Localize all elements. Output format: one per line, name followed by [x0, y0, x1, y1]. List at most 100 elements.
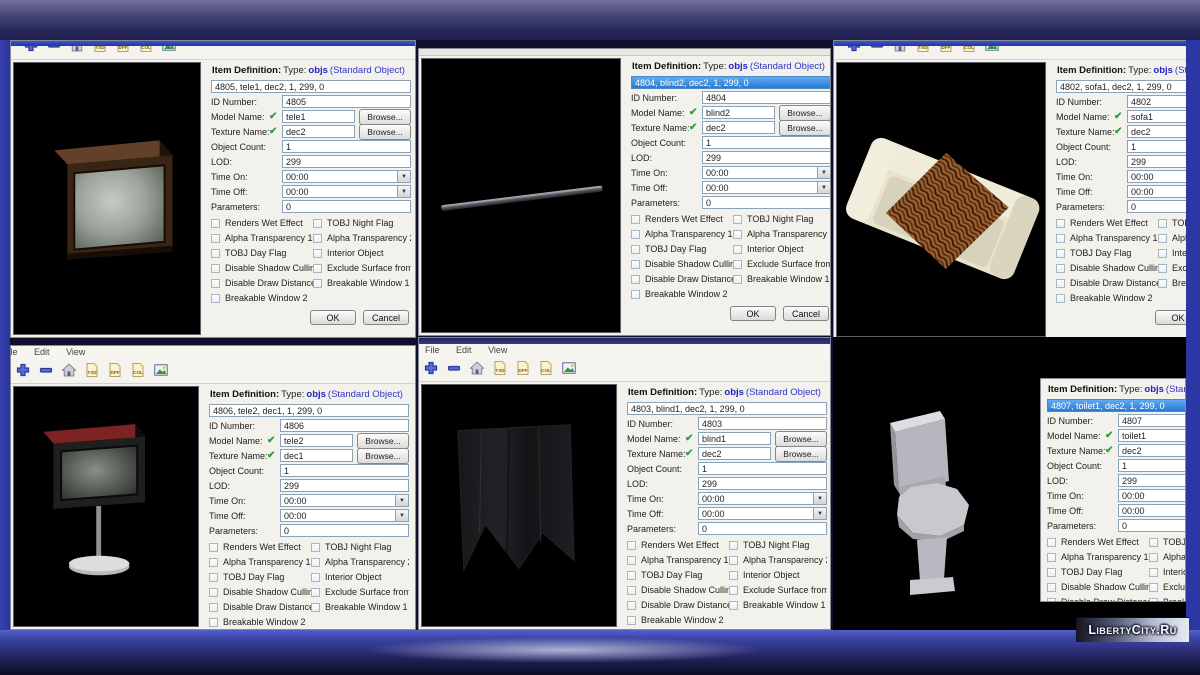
checkbox[interactable] [627, 616, 636, 625]
menu-file[interactable]: File [10, 347, 18, 357]
texture-name-field[interactable]: dec2 [1118, 444, 1186, 457]
home-icon[interactable] [469, 360, 485, 376]
chevron-down-icon[interactable]: ▼ [395, 509, 409, 522]
checkbox[interactable] [211, 219, 220, 228]
object-count-field[interactable]: 1 [280, 464, 409, 477]
checkbox[interactable] [733, 245, 742, 254]
checkbox[interactable] [627, 601, 636, 610]
lod-field[interactable]: 299 [1127, 155, 1189, 168]
checkbox[interactable] [1056, 264, 1065, 273]
time-off-field[interactable]: 00:00 [698, 507, 813, 520]
browse-model-button[interactable]: Browse... [775, 431, 827, 447]
checkbox[interactable] [1149, 568, 1158, 577]
checkbox[interactable] [631, 245, 640, 254]
add-icon[interactable] [423, 360, 439, 376]
checkbox[interactable] [1158, 234, 1167, 243]
definition-string-field[interactable]: 4805, tele1, dec2, 1, 299, 0 [211, 80, 411, 93]
id-number-field[interactable]: 4805 [282, 95, 411, 108]
col-file-icon[interactable]: COL [961, 46, 977, 53]
parameters-field[interactable]: 0 [1127, 200, 1189, 213]
checkbox[interactable] [1149, 553, 1158, 562]
lod-field[interactable]: 299 [282, 155, 411, 168]
definition-string-field[interactable]: 4803, blind1, dec2, 1, 299, 0 [627, 402, 827, 415]
checkbox[interactable] [311, 543, 320, 552]
id-number-field[interactable]: 4807 [1118, 414, 1186, 427]
checkbox[interactable] [313, 249, 322, 258]
ok-button[interactable]: OK [730, 306, 776, 321]
checkbox[interactable] [211, 234, 220, 243]
checkbox[interactable] [209, 558, 218, 567]
checkbox[interactable] [1047, 583, 1056, 592]
model-name-field[interactable]: blind2 [702, 106, 775, 119]
lod-field[interactable]: 299 [280, 479, 409, 492]
time-on-field[interactable]: 00:00 [280, 494, 395, 507]
home-icon[interactable] [69, 46, 85, 53]
blind1-model-viewport[interactable] [421, 384, 617, 627]
time-off-field[interactable]: 00:00 [280, 509, 395, 522]
checkbox[interactable] [313, 264, 322, 273]
checkbox[interactable] [733, 215, 742, 224]
time-on-field[interactable]: 00:00 [702, 166, 817, 179]
chevron-down-icon[interactable]: ▼ [817, 181, 831, 194]
chevron-down-icon[interactable]: ▼ [813, 507, 827, 520]
cancel-button[interactable]: Cancel [783, 306, 829, 321]
checkbox[interactable] [1056, 249, 1065, 258]
lod-field[interactable]: 299 [702, 151, 831, 164]
checkbox[interactable] [631, 275, 640, 284]
toilet1-model-viewport[interactable] [833, 337, 1040, 630]
chevron-down-icon[interactable]: ▼ [395, 494, 409, 507]
checkbox[interactable] [1047, 538, 1056, 547]
id-number-field[interactable]: 4806 [280, 419, 409, 432]
parameters-field[interactable]: 0 [1118, 519, 1186, 532]
ok-button[interactable]: OK [310, 310, 356, 325]
texture-name-field[interactable]: dec2 [702, 121, 775, 134]
image-viewer-icon[interactable] [561, 360, 577, 376]
checkbox[interactable] [627, 571, 636, 580]
image-viewer-icon[interactable] [161, 46, 177, 53]
checkbox[interactable] [209, 543, 218, 552]
checkbox[interactable] [729, 571, 738, 580]
tele2-model-viewport[interactable] [13, 386, 199, 627]
chevron-down-icon[interactable]: ▼ [397, 170, 411, 183]
browse-model-button[interactable]: Browse... [779, 105, 831, 121]
home-icon[interactable] [61, 362, 77, 378]
time-on-field[interactable]: 00:00 [282, 170, 397, 183]
menu-file[interactable]: File [425, 345, 440, 355]
parameters-field[interactable]: 0 [280, 524, 409, 537]
browse-texture-button[interactable]: Browse... [779, 120, 831, 136]
checkbox[interactable] [627, 586, 636, 595]
object-count-field[interactable]: 1 [702, 136, 831, 149]
object-count-field[interactable]: 1 [282, 140, 411, 153]
lod-field[interactable]: 299 [1118, 474, 1186, 487]
add-icon[interactable] [15, 362, 31, 378]
checkbox[interactable] [631, 230, 640, 239]
object-count-field[interactable]: 1 [1127, 140, 1189, 153]
checkbox[interactable] [1149, 538, 1158, 547]
dff-file-icon[interactable]: DFF [107, 362, 123, 378]
object-count-field[interactable]: 1 [698, 462, 827, 475]
checkbox[interactable] [1056, 219, 1065, 228]
texture-name-field[interactable]: dec1 [280, 449, 353, 462]
parameters-field[interactable]: 0 [282, 200, 411, 213]
time-off-field[interactable]: 00:00 [702, 181, 817, 194]
model-name-field[interactable]: blind1 [698, 432, 771, 445]
parameters-field[interactable]: 0 [698, 522, 827, 535]
checkbox[interactable] [1047, 598, 1056, 603]
col-file-icon[interactable]: COL [138, 46, 154, 53]
browse-texture-button[interactable]: Browse... [357, 448, 409, 464]
txd-file-icon[interactable]: TXD [84, 362, 100, 378]
id-number-field[interactable]: 4804 [702, 91, 831, 104]
image-viewer-icon[interactable] [153, 362, 169, 378]
texture-name-field[interactable]: dec2 [1127, 125, 1189, 138]
id-number-field[interactable]: 4802 [1127, 95, 1189, 108]
checkbox[interactable] [1158, 264, 1167, 273]
checkbox[interactable] [1158, 249, 1167, 258]
checkbox[interactable] [1056, 234, 1065, 243]
checkbox[interactable] [1047, 568, 1056, 577]
checkbox[interactable] [1056, 279, 1065, 288]
browse-texture-button[interactable]: Browse... [775, 446, 827, 462]
parameters-field[interactable]: 0 [702, 196, 831, 209]
dff-file-icon[interactable]: DFF [938, 46, 954, 53]
checkbox[interactable] [211, 279, 220, 288]
remove-icon[interactable] [46, 46, 62, 53]
